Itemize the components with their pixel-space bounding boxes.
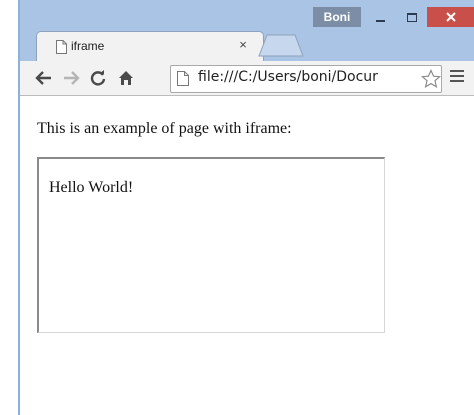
hamburger-menu-icon[interactable]	[450, 70, 464, 84]
minimize-button[interactable]	[366, 7, 394, 27]
user-profile-badge[interactable]: Boni	[313, 7, 361, 27]
iframe-content-text: Hello World!	[49, 179, 134, 196]
tab-title: iframe	[71, 39, 105, 53]
tab-iframe[interactable]: iframe ×	[36, 31, 264, 63]
back-button[interactable]	[34, 68, 54, 88]
address-bar[interactable]: file:///C:/Users/boni/Docur	[170, 65, 442, 93]
minimize-icon	[375, 20, 385, 22]
embedded-iframe[interactable]: Hello World!	[37, 157, 385, 333]
reload-icon	[90, 70, 106, 86]
reload-button[interactable]	[88, 68, 108, 88]
page-viewport: This is an example of page with iframe: …	[20, 96, 474, 415]
document-icon	[56, 40, 67, 54]
close-icon	[445, 12, 456, 22]
star-icon[interactable]	[421, 69, 441, 89]
page-intro-text: This is an example of page with iframe:	[37, 120, 292, 137]
new-tab-button[interactable]	[257, 33, 305, 57]
forward-arrow-icon	[64, 71, 80, 85]
maximize-button[interactable]	[398, 7, 426, 27]
home-button[interactable]	[116, 68, 136, 88]
tab-close-icon[interactable]: ×	[236, 37, 250, 53]
url-text: file:///C:/Users/boni/Docur	[198, 69, 378, 85]
maximize-icon	[407, 12, 417, 22]
forward-button[interactable]	[61, 68, 81, 88]
home-icon	[119, 71, 133, 85]
close-window-button[interactable]	[427, 7, 474, 27]
browser-toolbar: file:///C:/Users/boni/Docur	[20, 61, 474, 96]
back-arrow-icon	[35, 71, 51, 85]
page-info-icon[interactable]	[177, 71, 189, 86]
